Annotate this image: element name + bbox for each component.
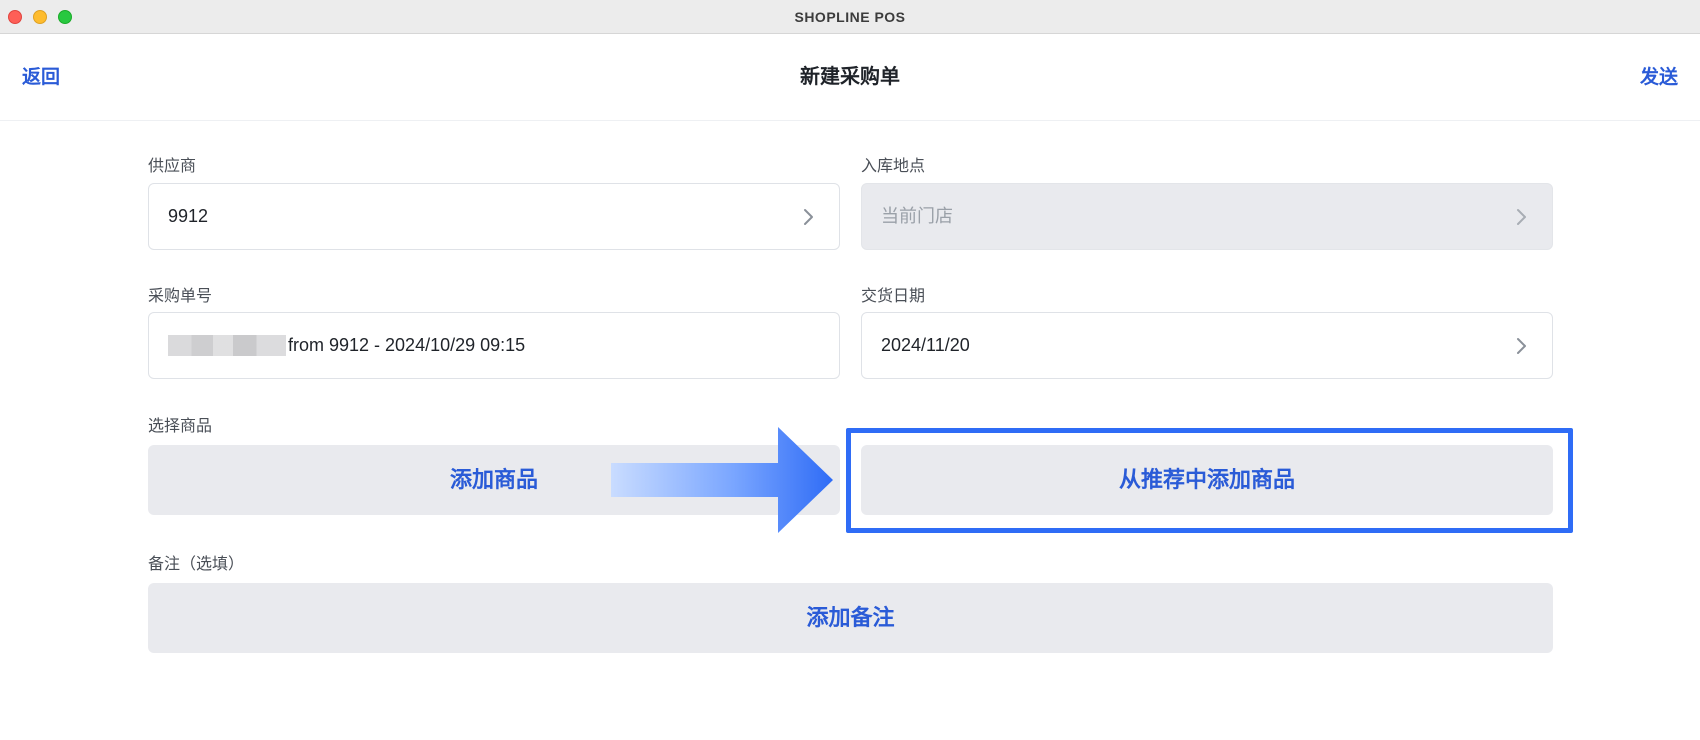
chevron-right-icon — [1517, 338, 1526, 354]
location-label: 入库地点 — [861, 158, 926, 175]
delivery-date-label: 交货日期 — [861, 288, 926, 305]
delivery-date-value: 2024/11/20 — [881, 335, 970, 355]
supplier-value: 9912 — [168, 206, 209, 226]
add-product-button[interactable]: 添加商品 — [148, 445, 840, 515]
products-label: 选择商品 — [148, 418, 213, 435]
location-value: 当前门店 — [881, 206, 953, 226]
send-button[interactable]: 发送 — [1640, 34, 1678, 121]
supplier-label: 供应商 — [148, 158, 197, 175]
add-recommended-product-button[interactable]: 从推荐中添加商品 — [861, 445, 1553, 515]
chevron-right-icon — [804, 209, 813, 225]
add-note-button[interactable]: 添加备注 — [148, 583, 1553, 653]
delivery-date-field[interactable]: 2024/11/20 — [861, 312, 1553, 379]
note-label: 备注（选填） — [148, 556, 245, 573]
redacted-text — [168, 335, 286, 356]
window-title: SHOPLINE POS — [794, 9, 906, 25]
po-number-label: 采购单号 — [148, 288, 213, 305]
po-number-value: from 9912 - 2024/10/29 09:15 — [288, 335, 526, 355]
back-button[interactable]: 返回 — [22, 34, 60, 121]
supplier-field[interactable]: 9912 — [148, 183, 840, 250]
nav-bar: 新建采购单 返回 发送 — [0, 34, 1700, 121]
location-field: 当前门店 — [861, 183, 1553, 250]
po-number-field[interactable]: from 9912 - 2024/10/29 09:15 — [148, 312, 840, 379]
page-title: 新建采购单 — [800, 66, 900, 88]
chevron-right-icon — [1517, 209, 1526, 225]
window-titlebar: SHOPLINE POS — [0, 0, 1700, 34]
